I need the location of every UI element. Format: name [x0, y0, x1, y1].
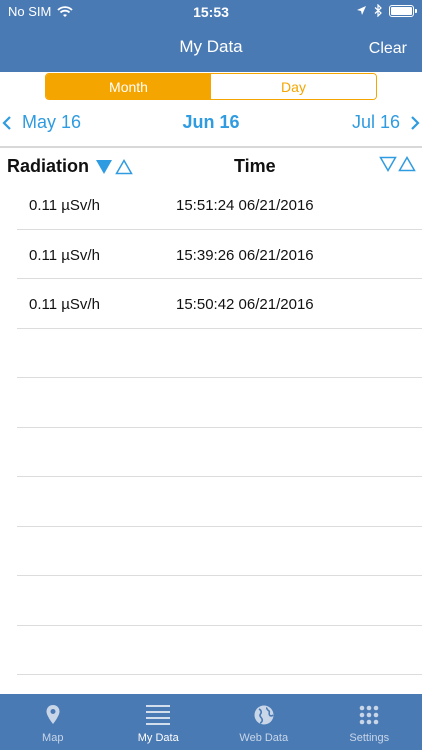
- segment-month[interactable]: Month: [46, 74, 211, 99]
- table-row-empty: [17, 428, 422, 477]
- table-row-empty: [17, 527, 422, 576]
- tab-web-data[interactable]: Web Data: [211, 694, 317, 750]
- segment-day[interactable]: Day: [211, 74, 376, 99]
- data-table: 0.11 µSv/h 15:51:24 06/21/2016 0.11 µSv/…: [0, 180, 422, 675]
- table-row-empty: [17, 329, 422, 378]
- radiation-value: 0.11 µSv/h: [29, 296, 100, 313]
- timestamp-value: 15:39:26 06/21/2016: [176, 246, 314, 264]
- next-month-label: Jul 16: [351, 112, 400, 132]
- sort-asc-icon[interactable]: [398, 156, 416, 172]
- map-pin-icon: [46, 705, 60, 724]
- radiation-value: 0.11 µSv/h: [29, 197, 100, 214]
- tab-my-data-label: My Data: [137, 732, 179, 744]
- status-right: [356, 4, 417, 17]
- tab-my-data[interactable]: My Data: [106, 694, 212, 750]
- header-divider: [0, 146, 422, 148]
- grid-icon: [359, 705, 379, 725]
- sort-desc-filled-icon[interactable]: [95, 159, 113, 175]
- chevron-right-icon: [411, 115, 420, 130]
- time-column-header: Time: [234, 156, 276, 176]
- next-month-button[interactable]: Jul 16: [352, 112, 420, 133]
- status-bar: No SIM 15:53: [0, 0, 422, 22]
- battery-icon: [389, 4, 417, 17]
- globe-icon: [254, 705, 274, 725]
- tab-web-data-label: Web Data: [239, 732, 289, 744]
- table-row-empty: [17, 477, 422, 527]
- bluetooth-icon: [374, 4, 382, 17]
- radiation-header-label: Radiation: [7, 156, 90, 176]
- table-header: Radiation Time: [0, 150, 422, 182]
- table-row-empty: [17, 626, 422, 675]
- list-icon: [146, 705, 171, 725]
- period-segmented-control: Month Day: [45, 73, 377, 100]
- month-navigator: May 16 Jun 16 Jul 16: [0, 108, 422, 140]
- table-row[interactable]: 0.11 µSv/h 15:39:26 06/21/2016: [17, 230, 422, 279]
- sort-asc-icon[interactable]: [115, 158, 133, 175]
- top-bar: No SIM 15:53 My Data Clear: [0, 0, 422, 72]
- location-arrow-icon: [357, 6, 366, 15]
- clear-button[interactable]: Clear: [369, 40, 407, 58]
- timestamp-value: 15:50:42 06/21/2016: [176, 296, 314, 313]
- radiation-column-header: Radiation: [7, 156, 133, 177]
- nav-bar: My Data Clear: [0, 22, 422, 72]
- page-title: My Data: [179, 37, 243, 56]
- tab-settings-label: Settings: [349, 732, 390, 744]
- table-row-empty: [17, 576, 422, 626]
- table-row[interactable]: 0.11 µSv/h 15:50:42 06/21/2016: [17, 279, 422, 329]
- timestamp-value: 15:51:24 06/21/2016: [176, 197, 314, 214]
- table-row-empty: [17, 378, 422, 428]
- tab-map[interactable]: Map: [0, 694, 106, 750]
- tab-bar: Map My Data Web Data Settings: [0, 694, 422, 750]
- sort-desc-icon[interactable]: [379, 156, 397, 172]
- radiation-value: 0.11 µSv/h: [29, 246, 100, 264]
- time-sort-controls: [379, 156, 416, 172]
- tab-settings[interactable]: Settings: [317, 694, 422, 750]
- tab-map-label: Map: [42, 732, 64, 744]
- table-row[interactable]: 0.11 µSv/h 15:51:24 06/21/2016: [17, 180, 422, 230]
